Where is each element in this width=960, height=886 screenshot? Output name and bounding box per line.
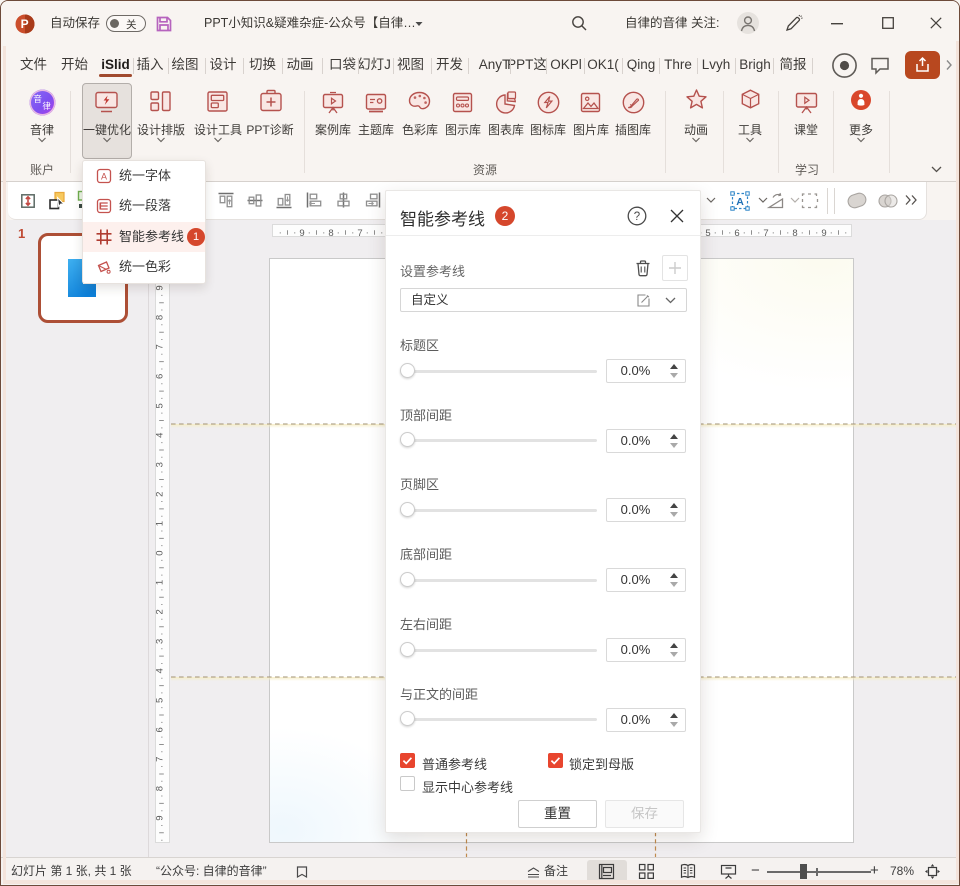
svg-text:A: A	[101, 172, 107, 182]
svg-text:7: 7	[763, 228, 768, 238]
svg-text:6: 6	[156, 374, 166, 379]
svg-text:6: 6	[734, 228, 739, 238]
svg-text:7: 7	[156, 344, 166, 349]
svg-text:律: 律	[42, 101, 51, 111]
svg-text:8: 8	[792, 228, 797, 238]
svg-text:0: 0	[156, 550, 166, 555]
svg-text:2: 2	[156, 609, 166, 614]
svg-text:9: 9	[299, 228, 304, 238]
svg-text:9: 9	[156, 285, 166, 290]
svg-text:5: 5	[705, 228, 710, 238]
svg-text:8: 8	[328, 228, 333, 238]
svg-text:6: 6	[156, 727, 166, 732]
svg-text:?: ?	[634, 211, 640, 223]
svg-text:2: 2	[156, 492, 166, 497]
svg-text:4: 4	[156, 668, 166, 673]
svg-text:5: 5	[156, 403, 166, 408]
svg-text:8: 8	[156, 315, 166, 320]
svg-text:7: 7	[357, 228, 362, 238]
svg-text:8: 8	[156, 786, 166, 791]
svg-text:P: P	[21, 17, 29, 31]
svg-text:3: 3	[156, 639, 166, 644]
svg-text:5: 5	[156, 698, 166, 703]
svg-text:1: 1	[156, 521, 166, 526]
svg-text:A: A	[736, 196, 744, 208]
svg-text:3: 3	[156, 462, 166, 467]
svg-text:音: 音	[33, 94, 42, 104]
svg-text:4: 4	[156, 433, 166, 438]
svg-text:7: 7	[156, 757, 166, 762]
svg-text:1: 1	[156, 580, 166, 585]
svg-text:9: 9	[156, 815, 166, 820]
svg-text:9: 9	[821, 228, 826, 238]
